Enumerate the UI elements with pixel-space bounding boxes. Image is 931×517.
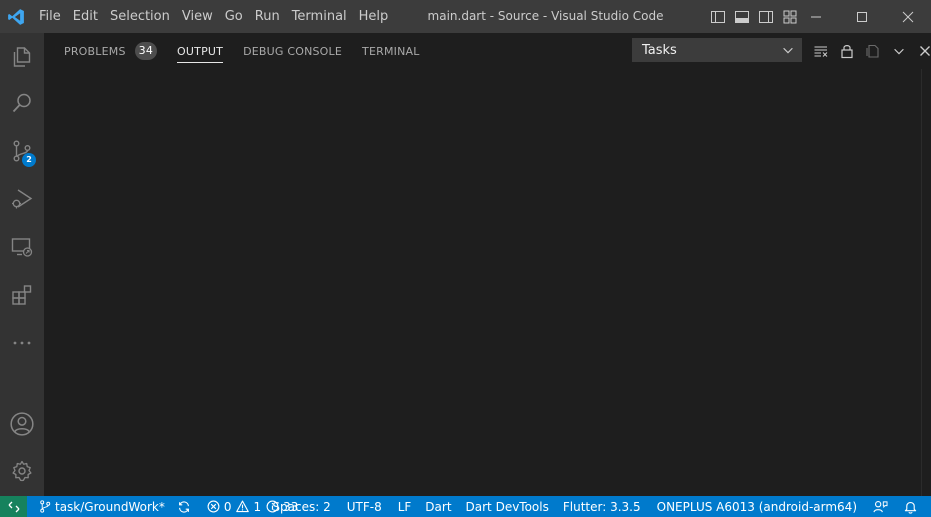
sync-icon (178, 500, 189, 513)
remote-icon (8, 501, 19, 512)
activity-extensions[interactable] (0, 272, 44, 318)
status-left: task/GroundWork* 0 1 33 (33, 496, 304, 517)
explorer-icon (13, 47, 31, 67)
branch-indicator[interactable]: task/GroundWork* (33, 496, 171, 517)
tab-debug-console[interactable]: DEBUG CONSOLE (243, 33, 342, 69)
tab-output-label: OUTPUT (177, 44, 224, 58)
extensions-icon (12, 285, 32, 305)
menu-view[interactable]: View (176, 0, 219, 33)
vscode-logo-icon (2, 0, 30, 33)
menu-bar: File Edit Selection View Go Run Terminal… (33, 0, 394, 33)
maximize-icon[interactable] (839, 0, 885, 33)
close-panel-icon[interactable] (912, 38, 931, 64)
output-panel: PROBLEMS 34 OUTPUT DEBUG CONSOLE TERMINA… (44, 33, 931, 496)
tab-problems-label: PROBLEMS (64, 44, 126, 58)
toggle-primary-sidebar-icon[interactable] (709, 8, 727, 26)
tab-terminal[interactable]: TERMINAL (362, 33, 420, 69)
menu-edit[interactable]: Edit (67, 0, 104, 33)
menu-file[interactable]: File (33, 0, 67, 33)
close-window-icon[interactable] (885, 0, 931, 33)
remote-explorer-icon (11, 238, 33, 257)
more-icon (13, 341, 31, 345)
warning-count: 1 (253, 499, 262, 514)
layout-controls (709, 0, 799, 33)
feedback-person-icon (873, 500, 888, 512)
maximize-panel-chevron-icon[interactable] (886, 38, 912, 64)
open-log-file-icon[interactable] (860, 38, 886, 64)
output-scrollbar[interactable] (921, 69, 931, 496)
minimize-icon[interactable] (793, 0, 839, 33)
output-channel-value: Tasks (642, 42, 677, 58)
remote-indicator[interactable] (0, 496, 27, 517)
clear-output-icon[interactable] (808, 38, 834, 64)
lock-scroll-icon[interactable] (834, 38, 860, 64)
flutter-version-indicator[interactable]: Flutter: 3.3.5 (557, 496, 647, 517)
run-debug-icon (12, 189, 33, 209)
search-icon (12, 93, 31, 113)
eol-indicator[interactable]: LF (392, 496, 418, 517)
source-control-badge: 2 (22, 153, 36, 167)
error-icon (207, 500, 220, 513)
tab-problems[interactable]: PROBLEMS 34 (64, 33, 158, 69)
feedback-button[interactable] (867, 496, 898, 517)
menu-help[interactable]: Help (353, 0, 395, 33)
sync-button[interactable] (171, 496, 201, 517)
notifications-button[interactable] (898, 496, 927, 517)
toggle-panel-icon[interactable] (733, 8, 751, 26)
activity-manage[interactable] (0, 448, 44, 494)
tab-terminal-label: TERMINAL (362, 44, 420, 58)
warning-icon (236, 500, 250, 513)
problems-count-badge: 34 (134, 42, 158, 60)
menu-run[interactable]: Run (249, 0, 286, 33)
status-bar: task/GroundWork* 0 1 33 Spaces: 2 UTF-8 … (0, 496, 931, 517)
tab-output[interactable]: OUTPUT (177, 33, 224, 69)
indentation-indicator[interactable]: Spaces: 2 (266, 496, 336, 517)
window-controls (793, 0, 931, 33)
toggle-secondary-sidebar-icon[interactable] (757, 8, 775, 26)
language-mode-indicator[interactable]: Dart (419, 496, 457, 517)
activity-remote-explorer[interactable] (0, 224, 44, 270)
tab-debug-console-label: DEBUG CONSOLE (243, 44, 343, 58)
branch-name: task/GroundWork* (55, 499, 165, 514)
chevron-down-icon (783, 47, 793, 54)
menu-terminal[interactable]: Terminal (286, 0, 353, 33)
activity-run-debug[interactable] (0, 176, 44, 222)
activity-more[interactable] (0, 320, 44, 366)
device-indicator[interactable]: ONEPLUS A6013 (android-arm64) (651, 496, 863, 517)
menu-selection[interactable]: Selection (104, 0, 176, 33)
status-right: Spaces: 2 UTF-8 LF Dart Dart DevTools Fl… (266, 496, 927, 517)
panel-actions (808, 33, 931, 69)
activity-bar: 2 (0, 33, 44, 496)
activity-accounts[interactable] (0, 401, 44, 447)
activity-search[interactable] (0, 80, 44, 126)
activity-source-control[interactable]: 2 (0, 128, 44, 174)
activity-explorer[interactable] (0, 34, 44, 80)
panel-header: PROBLEMS 34 OUTPUT DEBUG CONSOLE TERMINA… (44, 33, 931, 69)
bell-icon (904, 501, 917, 514)
git-branch-icon (40, 500, 51, 513)
account-icon (10, 412, 34, 436)
menu-go[interactable]: Go (219, 0, 249, 33)
error-count: 0 (223, 499, 232, 514)
output-channel-select[interactable]: Tasks (632, 38, 802, 62)
dart-devtools-button[interactable]: Dart DevTools (460, 496, 555, 517)
encoding-indicator[interactable]: UTF-8 (341, 496, 388, 517)
settings-gear-icon (12, 460, 32, 482)
title-bar: File Edit Selection View Go Run Terminal… (0, 0, 931, 33)
